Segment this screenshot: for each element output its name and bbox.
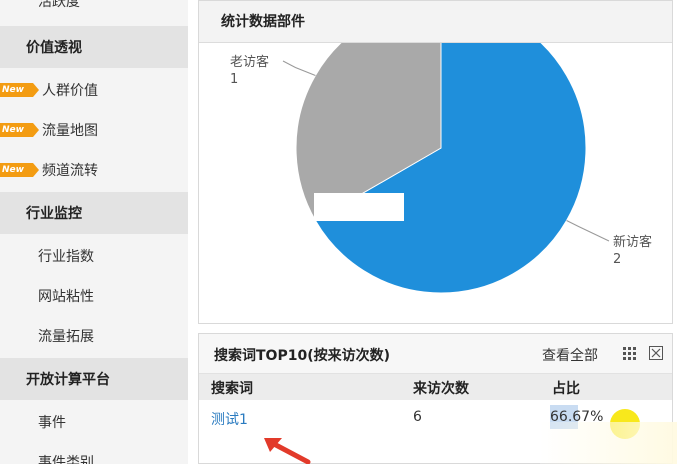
sidebar-category-open-compute[interactable]: 开放计算平台 [0, 358, 188, 400]
sidebar-item-industry-index[interactable]: 行业指数 [0, 236, 188, 276]
pie-value-new-visitors: 2 [613, 252, 621, 267]
grid-icon[interactable] [623, 347, 636, 360]
sidebar-item-label: 事件 [38, 415, 66, 431]
pie-chart: 老访客 1 新访客 2 [230, 2, 652, 294]
sidebar-item-activity[interactable]: 活跃度 [0, 0, 188, 16]
sidebar-category-label: 价值透视 [26, 40, 82, 56]
view-all-link[interactable]: 查看全部 [542, 345, 598, 365]
column-header-keyword[interactable]: 搜索词 [211, 378, 253, 398]
sidebar-item-traffic-expand[interactable]: 流量拓展 [0, 316, 188, 356]
decorative-overlay [540, 422, 677, 464]
new-badge: New [0, 123, 39, 137]
sidebar-item-label: 人群价值 [42, 83, 98, 99]
sidebar-item-event-category[interactable]: 事件类别 [0, 442, 188, 464]
search-panel-header: 搜索词TOP10(按来访次数) 查看全部 [199, 334, 672, 374]
stats-panel-title: 统计数据部件 [221, 14, 305, 30]
pie-leader-line [282, 60, 316, 76]
sidebar-item-events[interactable]: 事件 [0, 402, 188, 442]
sidebar-item-label: 流量拓展 [38, 329, 94, 345]
sidebar-item-site-stickiness[interactable]: 网站粘性 [0, 276, 188, 316]
pie-value-old-visitors: 1 [230, 72, 238, 87]
sidebar-item-label: 行业指数 [38, 249, 94, 265]
sidebar-item-label: 流量地图 [42, 123, 98, 139]
new-badge: New [0, 83, 39, 97]
pie-label-new-visitors: 新访客 [613, 234, 652, 250]
sidebar-category-industry-monitor[interactable]: 行业监控 [0, 192, 188, 234]
keyword-link[interactable]: 测试1 [211, 409, 248, 429]
redaction-box [314, 193, 404, 221]
column-header-ratio[interactable]: 占比 [552, 378, 580, 398]
sidebar-item-label: 网站粘性 [38, 289, 94, 305]
search-panel-title: 搜索词TOP10(按来访次数) [214, 348, 390, 364]
sidebar-item-label: 事件类别 [38, 455, 94, 464]
red-arrow-icon [264, 438, 311, 464]
stats-panel-header: 统计数据部件 [199, 1, 672, 43]
sidebar-category-label: 行业监控 [26, 206, 82, 222]
visits-cell: 6 [413, 409, 422, 425]
sidebar-item-label: 活跃度 [38, 0, 80, 10]
pie-label-old-visitors: 老访客 [230, 54, 269, 70]
sidebar-item-traffic-map[interactable]: New 流量地图 [0, 110, 188, 150]
sidebar-category-value-insight[interactable]: 价值透视 [0, 26, 188, 68]
close-icon[interactable] [649, 346, 663, 360]
table-header-row: 搜索词 来访次数 占比 [199, 374, 672, 400]
sidebar-item-channel-flow[interactable]: New 频道流转 [0, 150, 188, 190]
pie-leader-line [566, 220, 610, 242]
sidebar: 活跃度 价值透视 New 人群价值 New 流量地图 New 频道流转 行业监控… [0, 0, 188, 464]
sidebar-category-label: 开放计算平台 [26, 372, 110, 388]
stats-widget-panel: 老访客 1 新访客 2 统计数据部件 [198, 0, 673, 324]
new-badge: New [0, 163, 39, 177]
sidebar-item-crowd-value[interactable]: New 人群价值 [0, 70, 188, 110]
column-header-visits[interactable]: 来访次数 [413, 378, 469, 398]
sidebar-item-label: 频道流转 [42, 163, 98, 179]
